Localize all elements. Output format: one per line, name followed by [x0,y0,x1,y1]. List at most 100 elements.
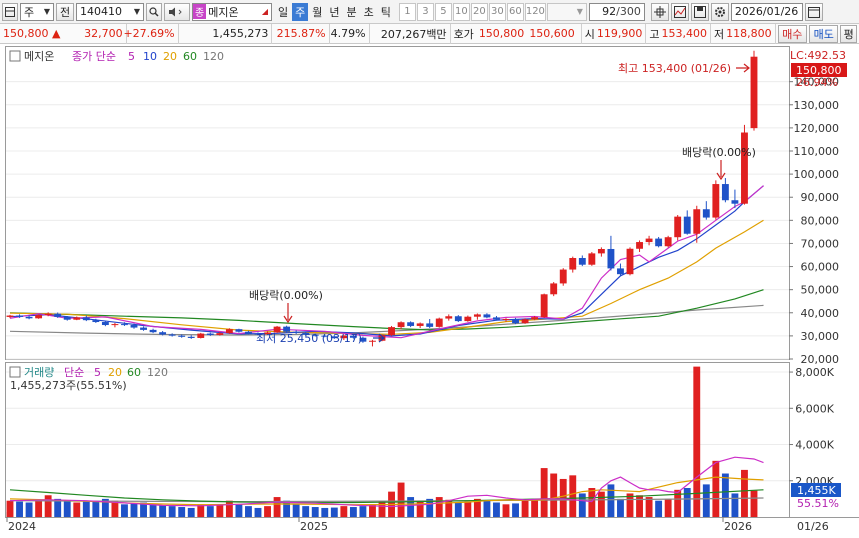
volume-bar [130,503,138,517]
prev-button[interactable]: 전 [56,2,74,21]
volume-bar [512,503,519,517]
interval-button[interactable]: 30 [488,2,506,21]
buy-button[interactable]: 매수 [777,24,808,43]
market-select[interactable]: 주 ▼ [20,2,54,21]
count-input[interactable]: 92/300 [588,2,645,21]
search-icon[interactable] [146,2,162,21]
tab-period-0[interactable]: 일 [275,3,291,21]
volume-bar [235,504,243,517]
volume-bar [407,497,415,517]
candle-body [702,209,710,218]
time-axis-right-label: 01/26 [797,520,829,533]
candle-body [578,258,586,265]
candle-body [426,323,434,327]
volume-tick-label: 4,000K [795,439,834,452]
candle-body [712,184,720,218]
candle-body [664,237,672,247]
price-tick-label: 90,000 [801,191,840,204]
save-icon[interactable] [690,2,709,21]
candle-body [168,334,176,336]
ask-price: 150,800 [478,27,525,40]
candle-body [407,322,415,326]
price-tick-label: 70,000 [801,237,840,250]
tab-period-2[interactable]: 월 [309,3,325,21]
interval-button[interactable]: 120 [524,2,546,21]
volume-tick-label: 6,000K [795,402,834,415]
change-percent: +27.69% [123,23,179,44]
low-annotation: 최저 25,450 (03/17) [256,332,362,345]
high-price: 153,400 [661,27,708,40]
gear-icon[interactable] [710,2,729,21]
chevron-down-icon: ▼ [43,7,50,16]
legend-box-icon[interactable] [9,50,21,62]
speaker-icon[interactable] [164,2,190,21]
volume-bar [731,493,739,517]
volume-ma-legend-label: 단순 [64,366,84,379]
up-arrow-icon: ▲ [52,27,61,40]
volume-bar [664,498,672,517]
volume-bar [149,504,157,517]
stock-chart[interactable]: 20,000 30,000 40,000 50,000 60,000 70,000 80,0… [0,44,859,538]
volume-bar [721,473,729,517]
candle-body [206,333,214,335]
candle-body [397,322,405,328]
sell-button[interactable]: 매도 [809,24,839,43]
candle-body [16,315,23,317]
volume-current-text: 1,455,273주(55.51%) [10,379,127,392]
volume-bar [168,506,176,517]
interval-button[interactable]: 20 [470,2,488,21]
count-total: /300 [616,5,641,18]
candle-body [521,319,529,324]
interval-button[interactable]: 1 [398,2,416,21]
ma-legend-10: 10 [143,50,157,63]
volume-bar [264,506,271,517]
interval-button[interactable]: 10 [452,2,470,21]
volume-bar [741,469,748,517]
volume-bar [16,501,23,517]
layout-icon[interactable] [2,2,18,21]
dividend-annotation-1: 배당락(0.00%) [249,289,323,302]
candle-body [130,325,138,328]
candle-body [216,333,224,335]
crosshair-icon[interactable] [650,2,669,21]
candle-body [473,314,481,317]
interval-button[interactable]: 5 [434,2,452,21]
price-tick-label: 80,000 [801,214,840,227]
candle-body [731,200,739,204]
volume-bar [416,500,424,517]
interval-button[interactable]: 60 [506,2,524,21]
lc-label: LC:492.53 [790,49,846,62]
tab-period-5[interactable]: 초 [361,3,377,21]
candle-body [82,317,90,321]
tab-period-3[interactable]: 년 [326,3,342,21]
volume-bar [206,506,214,517]
ma-legend-120: 120 [203,50,224,63]
candle-body [92,320,100,323]
candle-body [73,317,81,320]
price-change-cell: 150,800 ▲ 32,700 [0,23,127,44]
volume-ma-legend-60: 60 [127,366,141,379]
candle-body [25,316,33,319]
high-annotation: 최고 153,400 (01/26) [618,62,731,75]
tab-period-1[interactable]: 주 [292,2,309,21]
legend-box-icon[interactable] [9,366,21,378]
flat-button[interactable]: 평 [840,24,858,43]
custom-interval-input[interactable]: ▼ [546,2,587,21]
interval-button[interactable]: 3 [416,2,434,21]
tab-period-4[interactable]: 분 [344,3,360,21]
candle-body [483,314,491,318]
code-input[interactable]: 140410 ▼ [76,2,144,21]
stock-name-select[interactable]: 종 메지온 ◢ [192,2,272,21]
quote-bar: 150,800 ▲ 32,700 +27.69% 1,455,273 215.8… [0,23,859,44]
chart-wave-icon[interactable] [670,2,689,21]
candle-body [597,248,605,254]
volume-tick-label: 8,000K [795,366,834,379]
calendar-icon[interactable] [804,2,823,21]
tab-period-6[interactable]: 틱 [378,3,394,21]
candle-body [197,333,205,338]
price-tick-label: 120,000 [794,122,840,135]
volume-bar [378,500,386,517]
date-value: 2026/01/26 [734,5,799,18]
date-input[interactable]: 2026/01/26 [730,2,803,21]
candle-body [235,329,243,332]
